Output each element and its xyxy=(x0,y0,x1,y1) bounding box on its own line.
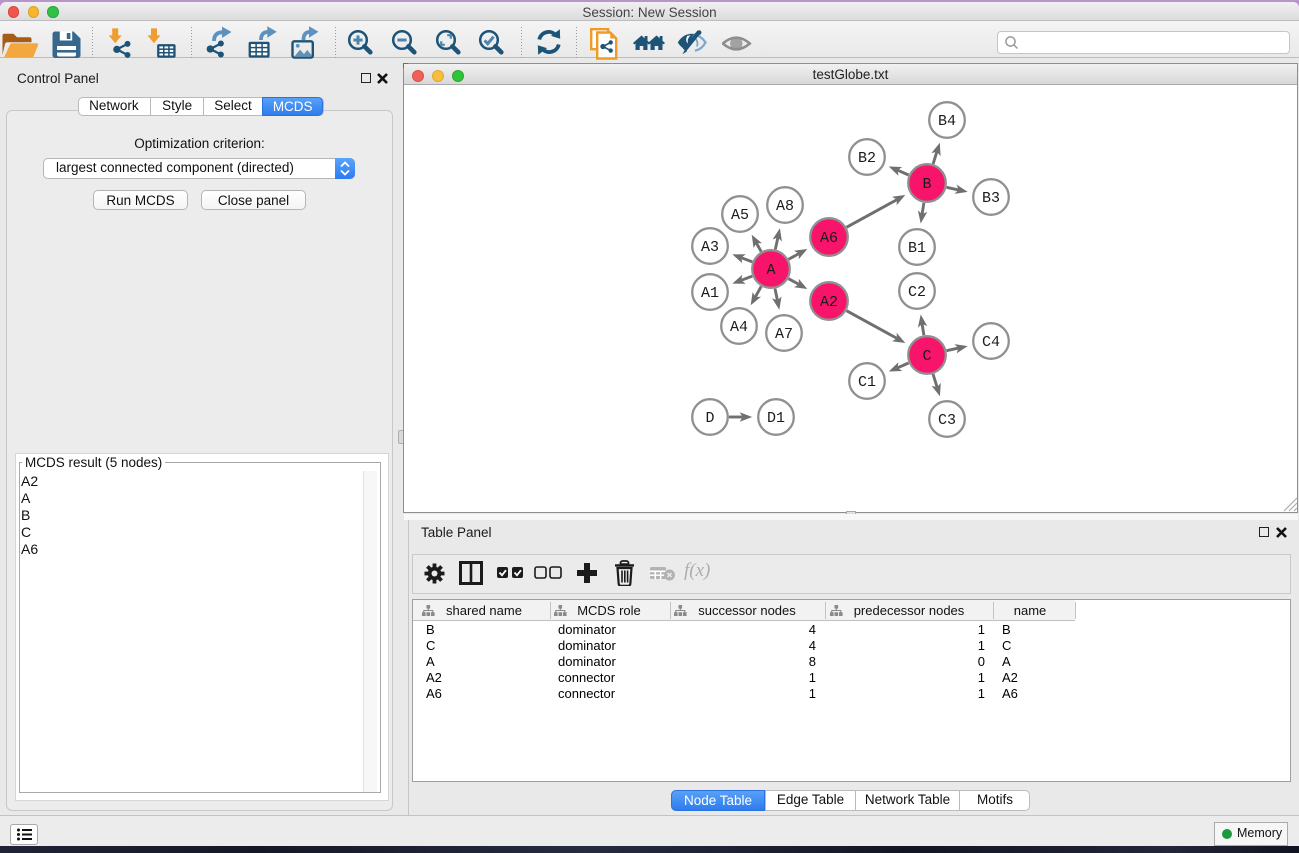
svg-text:B2: B2 xyxy=(858,150,876,167)
svg-text:A3: A3 xyxy=(701,239,719,256)
svg-text:A5: A5 xyxy=(731,207,749,224)
svg-text:B: B xyxy=(922,176,931,193)
svg-text:A6: A6 xyxy=(820,230,838,247)
svg-text:A7: A7 xyxy=(775,326,793,343)
svg-text:A4: A4 xyxy=(730,319,748,336)
svg-text:C1: C1 xyxy=(858,374,876,391)
svg-text:C4: C4 xyxy=(982,334,1000,351)
svg-text:A8: A8 xyxy=(776,198,794,215)
svg-text:C: C xyxy=(922,348,931,365)
svg-text:D1: D1 xyxy=(767,410,785,427)
svg-text:A: A xyxy=(766,262,775,279)
svg-text:B3: B3 xyxy=(982,190,1000,207)
svg-text:D: D xyxy=(705,410,714,427)
svg-text:C2: C2 xyxy=(908,284,926,301)
svg-text:B4: B4 xyxy=(938,113,956,130)
svg-text:B1: B1 xyxy=(908,240,926,257)
svg-text:A2: A2 xyxy=(820,294,838,311)
svg-text:C3: C3 xyxy=(938,412,956,429)
svg-text:A1: A1 xyxy=(701,285,719,302)
